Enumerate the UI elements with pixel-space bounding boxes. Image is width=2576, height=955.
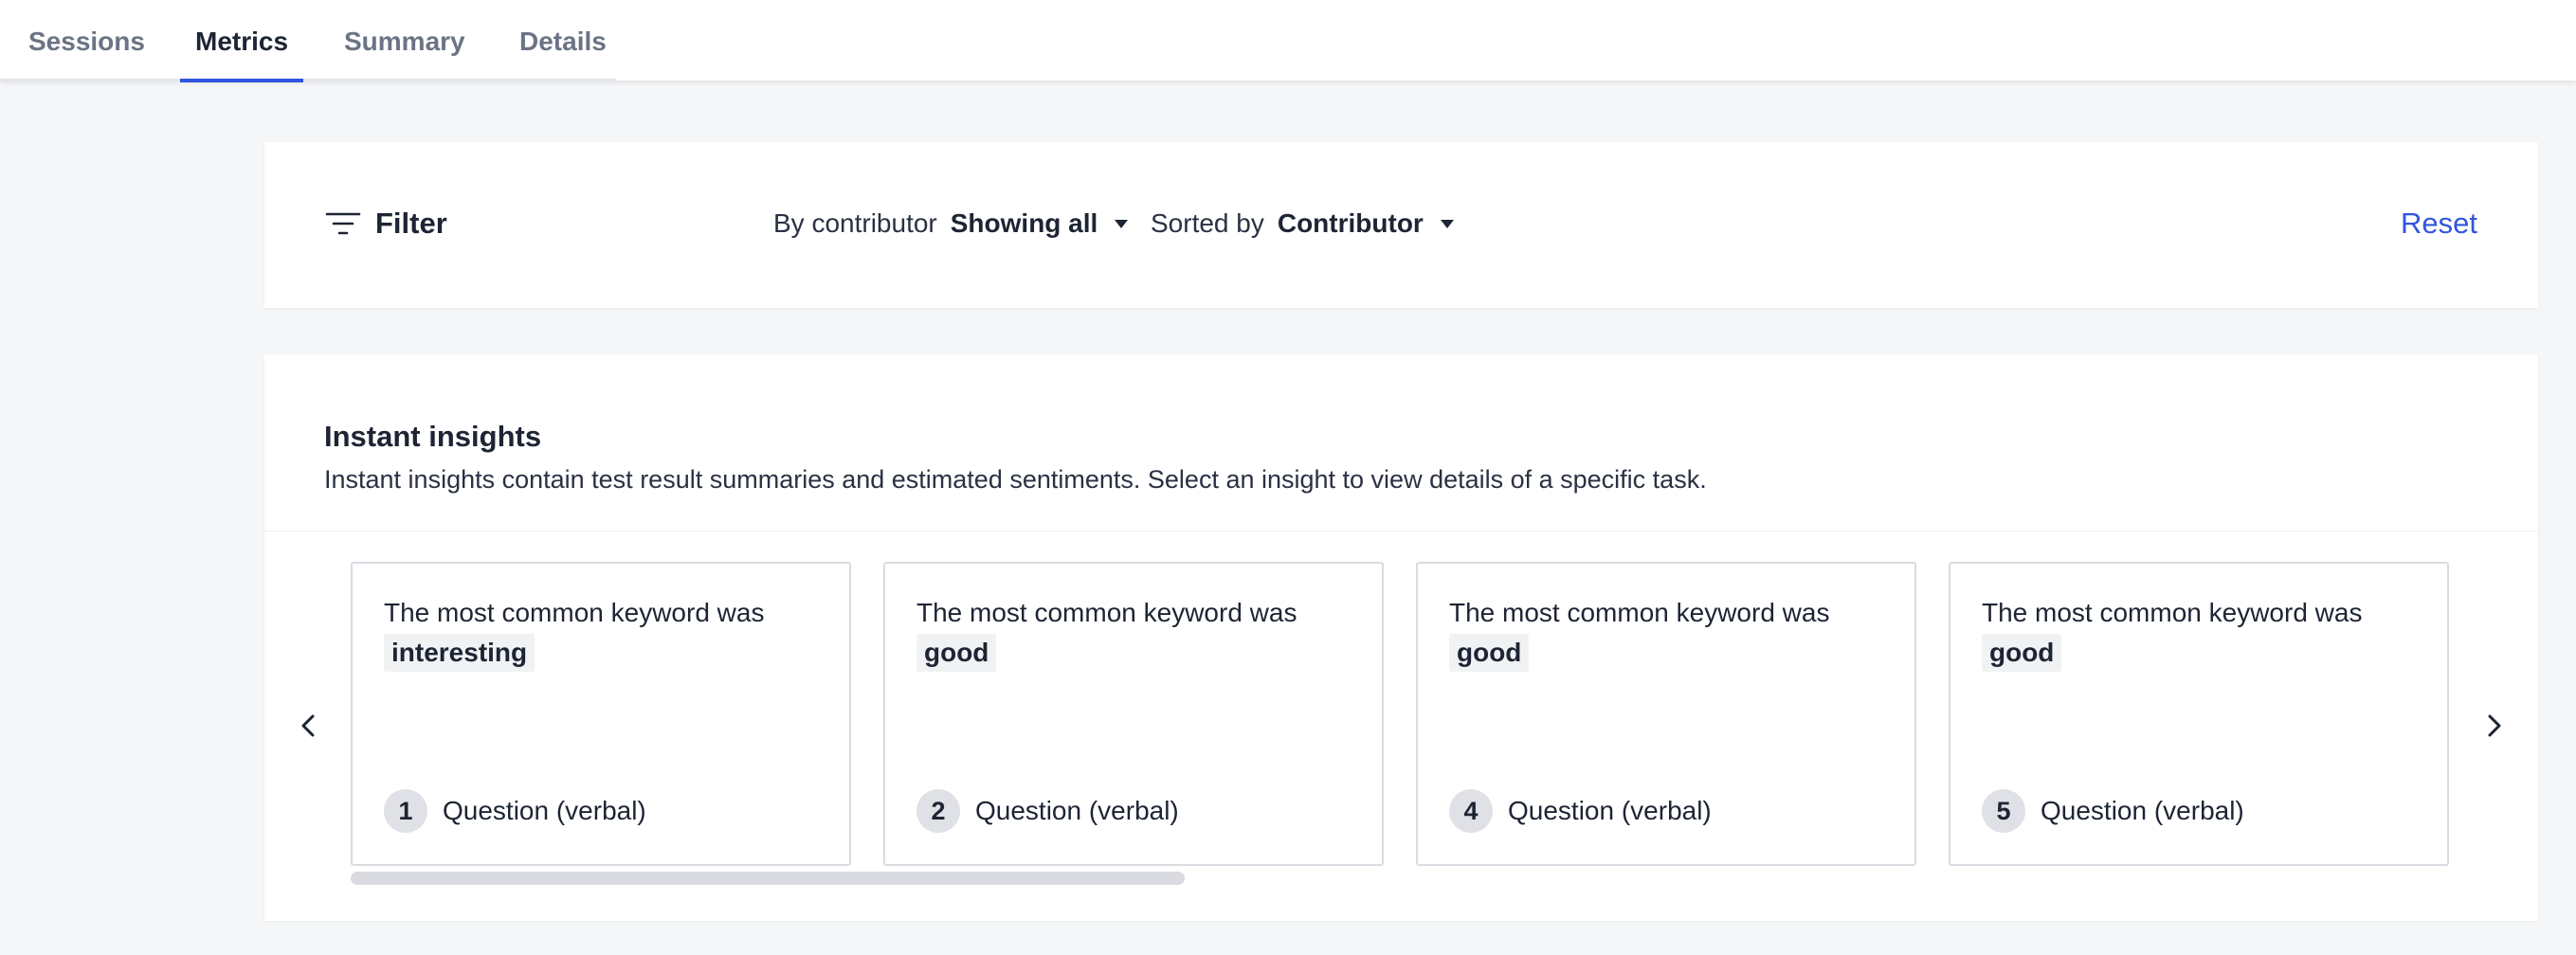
divider (264, 531, 2538, 532)
insights-description: Instant insights contain test result sum… (324, 465, 1707, 494)
task-type: Question (verbal) (2041, 796, 2244, 825)
contributor-label: By contributor (773, 208, 937, 238)
insight-card[interactable]: The most common keyword was good 4 Quest… (1416, 562, 1916, 866)
insight-text: The most common keyword was (1982, 598, 2363, 627)
insight-footer: 1 Question (verbal) (384, 789, 646, 833)
filter-card: Filter By contributor Showing all Sorted… (264, 142, 2538, 308)
carousel-prev-button[interactable] (289, 707, 327, 745)
insight-footer: 5 Question (verbal) (1982, 789, 2244, 833)
insight-card[interactable]: The most common keyword was good 5 Quest… (1949, 562, 2449, 866)
insight-keyword: good (1449, 634, 1530, 672)
insight-footer: 4 Question (verbal) (1449, 789, 1712, 833)
insight-card[interactable]: The most common keyword was good 2 Quest… (883, 562, 1384, 866)
top-tab-bar: Sessions Metrics Summary Details (0, 0, 2576, 82)
tab-list: Sessions Metrics Summary Details (0, 0, 616, 82)
contributor-dropdown[interactable]: By contributor Showing all (773, 208, 1129, 239)
task-number-badge: 1 (384, 789, 427, 833)
insight-card[interactable]: The most common keyword was interesting … (351, 562, 851, 866)
insight-keyword: good (916, 634, 997, 672)
sort-dropdown[interactable]: Sorted by Contributor (1151, 208, 1454, 239)
filter-label: Filter (375, 207, 447, 240)
caret-down-icon (1440, 219, 1454, 228)
task-number-badge: 2 (916, 789, 960, 833)
caret-down-icon (1115, 219, 1129, 228)
tab-metrics[interactable]: Metrics (179, 0, 304, 82)
sort-value: Contributor (1277, 208, 1424, 238)
insight-keyword: interesting (384, 634, 535, 672)
instant-insights-card: Instant insights Instant insights contai… (264, 354, 2538, 921)
insight-text: The most common keyword was (1449, 598, 1830, 627)
tab-summary[interactable]: Summary (344, 0, 465, 81)
insight-footer: 2 Question (verbal) (916, 789, 1179, 833)
carousel-next-button[interactable] (2476, 707, 2513, 745)
task-number-badge: 5 (1982, 789, 2025, 833)
chevron-right-icon (2488, 714, 2501, 737)
chevron-left-icon (301, 714, 315, 737)
horizontal-scrollbar[interactable] (351, 872, 1185, 885)
task-number-badge: 4 (1449, 789, 1493, 833)
insight-keyword: good (1982, 634, 2062, 672)
filter-toggle[interactable]: Filter (324, 207, 447, 241)
reset-button[interactable]: Reset (2401, 207, 2477, 241)
tab-sessions[interactable]: Sessions (28, 0, 145, 81)
insight-text: The most common keyword was (916, 598, 1297, 627)
tab-details[interactable]: Details (519, 0, 607, 81)
filter-lines-icon (325, 212, 361, 235)
task-type: Question (verbal) (443, 796, 646, 825)
insight-text: The most common keyword was (384, 598, 765, 627)
insights-title: Instant insights (324, 420, 542, 453)
task-type: Question (verbal) (1508, 796, 1712, 825)
sort-label: Sorted by (1151, 208, 1264, 238)
contributor-value: Showing all (950, 208, 1098, 238)
task-type: Question (verbal) (975, 796, 1179, 825)
